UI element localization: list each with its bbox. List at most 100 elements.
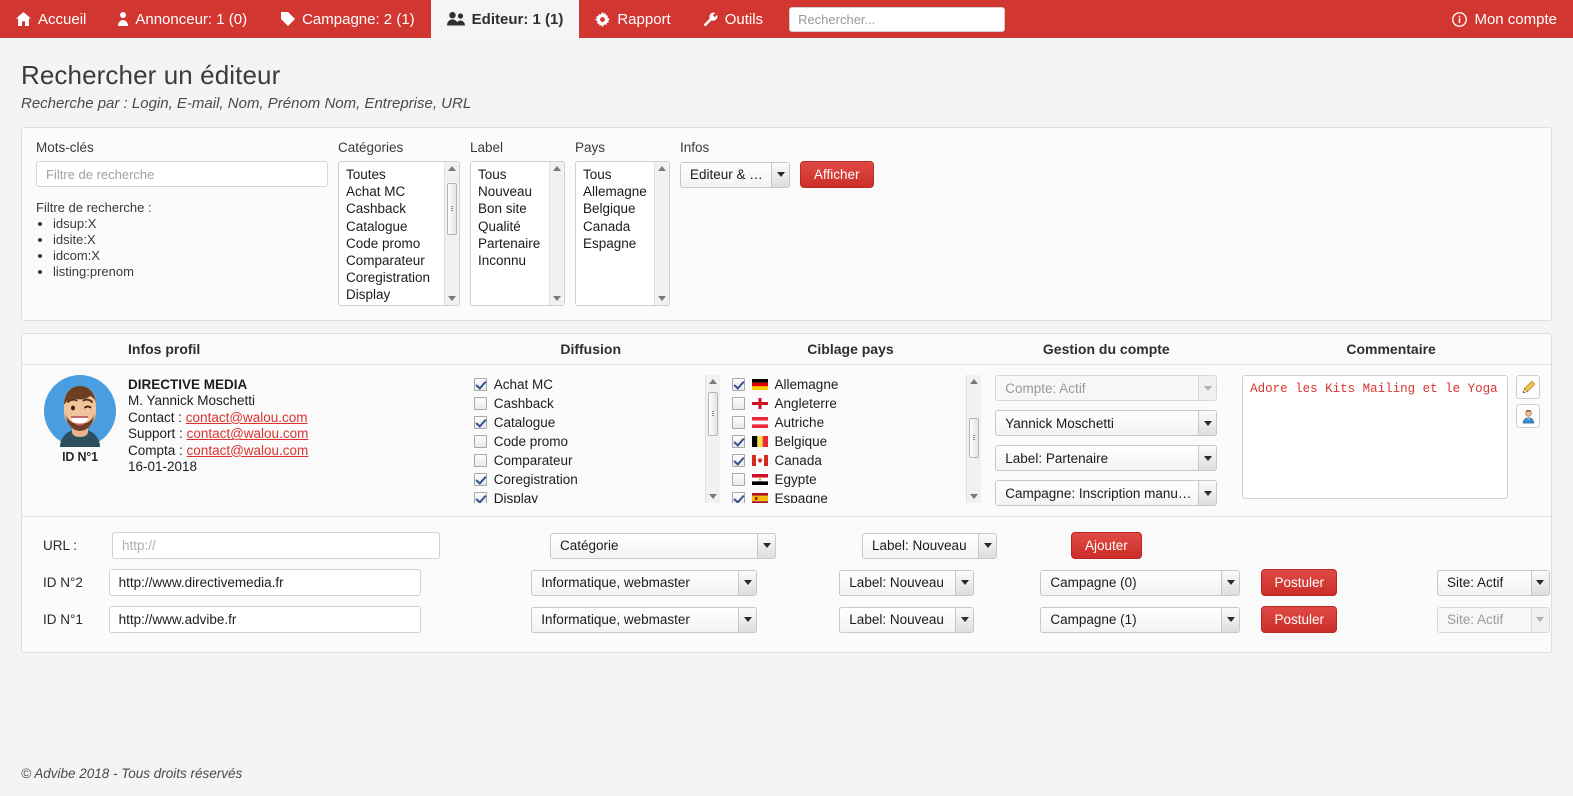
campaign-select-1[interactable]: Campagne (1) [1040, 606, 1241, 633]
postuler-button-1[interactable]: Postuler [1261, 606, 1337, 633]
categories-scrollbar[interactable] [444, 162, 459, 305]
campagne-select[interactable]: Campagne: Inscription manuelle [995, 480, 1218, 506]
list-item[interactable]: Tous [583, 166, 654, 183]
checkbox-icon[interactable] [473, 454, 487, 467]
ciblage-scrollbar[interactable] [966, 375, 982, 503]
category-select-2[interactable]: Informatique, webmaster [531, 569, 758, 596]
label-scrollbar[interactable] [549, 162, 564, 305]
nav-item-mon-compte[interactable]: Mon compte [1436, 11, 1573, 28]
scroll-down-arrow[interactable] [553, 296, 561, 301]
nav-item-campagne[interactable]: Campagne: 2 (1) [263, 0, 431, 38]
chevron-down-icon[interactable] [1198, 446, 1217, 470]
scroll-down-arrow[interactable] [448, 296, 456, 301]
list-item[interactable]: Espagne [583, 235, 654, 252]
compta-email-link[interactable]: contact@walou.com [187, 443, 309, 458]
label-select-2[interactable]: Label: Nouveau [839, 569, 975, 596]
postuler-button-2[interactable]: Postuler [1261, 569, 1337, 596]
list-item[interactable]: Partenaire [478, 235, 549, 252]
afficher-button[interactable]: Afficher [800, 161, 874, 188]
scroll-down-arrow[interactable] [658, 296, 666, 301]
list-item[interactable]: Catalogue [346, 218, 444, 235]
keywords-input[interactable] [36, 161, 328, 187]
list-item[interactable]: Display [473, 489, 705, 503]
list-item[interactable]: Cashback [473, 394, 705, 413]
scroll-up-arrow[interactable] [708, 379, 717, 384]
chevron-down-icon[interactable] [757, 533, 775, 558]
pays-scrollbar[interactable] [654, 162, 669, 305]
list-item[interactable]: Inconnu [478, 252, 549, 269]
scroll-thumb[interactable] [447, 183, 457, 235]
checkbox-icon[interactable] [731, 492, 745, 503]
url-input-1[interactable] [108, 606, 422, 633]
label-listbox[interactable]: Tous Nouveau Bon site Qualité Partenaire… [470, 161, 565, 306]
checkbox-icon[interactable] [473, 416, 487, 429]
chevron-down-icon[interactable] [1530, 570, 1549, 595]
scroll-track[interactable] [656, 175, 668, 292]
user-profile-button[interactable] [1516, 404, 1541, 428]
category-select-1[interactable]: Informatique, webmaster [531, 606, 758, 633]
commentaire-textarea[interactable] [1242, 375, 1509, 499]
list-item[interactable]: Code promo [346, 235, 444, 252]
pays-listbox[interactable]: Tous Allemagne Belgique Canada Espagne [575, 161, 670, 306]
checkbox-icon[interactable] [731, 378, 745, 391]
chevron-down-icon[interactable] [955, 570, 974, 595]
categories-options[interactable]: Toutes Achat MC Cashback Catalogue Code … [339, 162, 444, 305]
scroll-up-arrow[interactable] [970, 379, 979, 384]
nav-item-outils[interactable]: Outils [687, 0, 779, 38]
nav-item-accueil[interactable]: Accueil [0, 0, 102, 38]
scroll-thumb[interactable] [969, 418, 980, 458]
url-input-2[interactable] [108, 569, 422, 596]
list-item[interactable]: Comparateur [473, 451, 705, 470]
edit-comment-button[interactable] [1516, 375, 1541, 399]
list-item[interactable]: Angleterre [731, 394, 967, 413]
checkbox-icon[interactable] [731, 454, 745, 467]
scroll-down-arrow[interactable] [970, 494, 979, 499]
list-item[interactable]: Catalogue [473, 413, 705, 432]
list-item[interactable]: Canada [583, 218, 654, 235]
list-item[interactable]: Achat MC [473, 375, 705, 394]
checkbox-icon[interactable] [473, 473, 487, 486]
list-item[interactable]: Toutes [346, 166, 444, 183]
list-item[interactable]: Comparateur [346, 252, 444, 269]
checkbox-icon[interactable] [731, 416, 745, 429]
list-item[interactable]: Allemagne [731, 375, 967, 394]
nav-item-rapport[interactable]: Rapport [579, 0, 686, 38]
list-item[interactable]: Qualité [478, 218, 549, 235]
checkbox-icon[interactable] [473, 492, 487, 503]
checkbox-icon[interactable] [473, 378, 487, 391]
list-item[interactable]: Tous [478, 166, 549, 183]
checkbox-icon[interactable] [731, 397, 745, 410]
ajouter-button[interactable]: Ajouter [1071, 532, 1142, 559]
scroll-track[interactable] [968, 388, 980, 490]
checkbox-icon[interactable] [731, 435, 745, 448]
scroll-up-arrow[interactable] [553, 166, 561, 171]
chevron-down-icon[interactable] [1221, 570, 1240, 595]
url-input-new[interactable] [112, 532, 440, 559]
list-item[interactable]: Egypte [731, 470, 967, 489]
list-item[interactable]: Bon site [478, 200, 549, 217]
list-item[interactable]: Belgique [583, 200, 654, 217]
label-select-new[interactable]: Label: Nouveau [862, 532, 997, 559]
scroll-up-arrow[interactable] [658, 166, 666, 171]
site-status-select-2[interactable]: Site: Actif [1436, 569, 1550, 596]
nav-item-annonceur[interactable]: Annonceur: 1 (0) [102, 0, 263, 38]
scroll-thumb[interactable] [707, 392, 718, 436]
chevron-down-icon[interactable] [738, 607, 757, 632]
scroll-track[interactable] [707, 388, 719, 490]
list-item[interactable]: Autriche [731, 413, 967, 432]
scroll-down-arrow[interactable] [708, 494, 717, 499]
nav-item-editeur[interactable]: Editeur: 1 (1) [430, 0, 580, 38]
chevron-down-icon[interactable] [1198, 411, 1217, 435]
infos-select[interactable]: Editeur & URL [680, 161, 790, 188]
checkbox-icon[interactable] [473, 435, 487, 448]
list-item[interactable]: Canada [731, 451, 967, 470]
chevron-down-icon[interactable] [738, 570, 757, 595]
list-item[interactable]: Coregistration [473, 470, 705, 489]
search-input[interactable] [789, 6, 1006, 32]
checkbox-icon[interactable] [473, 397, 487, 410]
chevron-down-icon[interactable] [771, 162, 789, 187]
diffusion-scrollbar[interactable] [704, 375, 720, 503]
contact-email-link[interactable]: contact@walou.com [186, 410, 308, 425]
list-item[interactable]: Display [346, 286, 444, 303]
scroll-track[interactable] [446, 175, 458, 292]
